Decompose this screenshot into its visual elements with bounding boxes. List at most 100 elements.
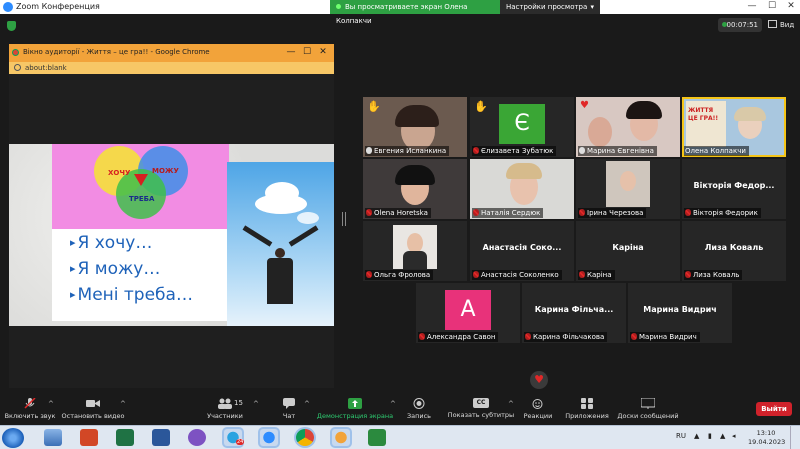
participant-video bbox=[506, 163, 542, 179]
stop-video-label: Остановить видео bbox=[61, 412, 125, 420]
excel-icon[interactable] bbox=[116, 429, 134, 446]
participant-tile[interactable]: А Александра Савон bbox=[416, 283, 520, 343]
participant-tile[interactable]: Olena Horetska bbox=[363, 159, 467, 219]
record-button[interactable]: Запись bbox=[402, 392, 436, 424]
participant-tile[interactable]: Ольга Фролова bbox=[363, 221, 467, 281]
participant-name-label: Олена Колпакчи bbox=[684, 146, 749, 156]
apps-button[interactable]: Приложения bbox=[564, 392, 610, 424]
participant-sign: ЖИТТЯ ЦЕ ГРА!! bbox=[686, 101, 726, 147]
meeting-timer: 00:07:51 bbox=[718, 18, 762, 32]
unmute-button[interactable]: Включить звук bbox=[4, 392, 56, 424]
participant-name-label: Вікторія Федорик bbox=[684, 208, 761, 218]
shared-browser-address-bar: about:blank bbox=[9, 62, 334, 74]
apps-label: Приложения bbox=[565, 412, 609, 420]
record-label: Запись bbox=[406, 412, 432, 420]
maximize-button[interactable]: ☐ bbox=[764, 1, 780, 13]
venn-label-can: МОЖУ bbox=[152, 167, 179, 175]
telegram-unread-badge: 24 bbox=[236, 439, 245, 445]
chevron-up-icon[interactable]: ^ bbox=[390, 400, 396, 408]
participant-tile[interactable]: Наталія Сердюк bbox=[470, 159, 574, 219]
participant-video bbox=[734, 107, 766, 121]
close-window-button[interactable]: ✕ bbox=[783, 1, 799, 13]
powerpoint-icon[interactable] bbox=[80, 429, 98, 446]
show-subtitles-label: Показать субтитры bbox=[447, 411, 515, 419]
microphone-muted-icon bbox=[631, 333, 637, 340]
participant-tile[interactable]: Ірина Черезова bbox=[576, 159, 680, 219]
raised-hand-icon: ✋ bbox=[367, 100, 381, 113]
microphone-muted-icon bbox=[366, 271, 372, 278]
show-subtitles-button[interactable]: CC Показать субтитры bbox=[444, 392, 518, 424]
microphone-icon bbox=[366, 147, 372, 154]
signal-icon[interactable]: ▲ bbox=[720, 432, 725, 440]
windows-start-button[interactable] bbox=[2, 428, 24, 448]
input-language-indicator[interactable]: RU bbox=[676, 432, 686, 440]
zoom-taskbar-icon[interactable] bbox=[260, 429, 278, 446]
cloud-shape bbox=[255, 194, 307, 214]
slide-bullet: Я можу… bbox=[70, 259, 161, 279]
participant-tile[interactable]: Вікторія Федор... Вікторія Федорик bbox=[682, 159, 786, 219]
tray-expand-icon[interactable]: ▲ bbox=[694, 432, 699, 440]
windows-taskbar: 24 RU ▲ ▮ ▲ ◂ 13:10 19.04.2023 bbox=[0, 425, 800, 449]
share-screen-label: Демонстрация экрана bbox=[316, 412, 394, 420]
participant-tile-active-speaker[interactable]: ЖИТТЯ ЦЕ ГРА!! Олена Колпакчи bbox=[682, 97, 786, 157]
zoom-app-icon bbox=[3, 2, 13, 12]
show-desktop-button[interactable] bbox=[790, 426, 800, 449]
file-explorer-icon[interactable] bbox=[44, 429, 62, 446]
participant-name-label: Каріна bbox=[578, 270, 615, 280]
chevron-up-icon[interactable]: ^ bbox=[508, 400, 514, 408]
share-screen-button[interactable]: Демонстрация экрана bbox=[316, 392, 394, 424]
reactions-button[interactable]: Реакции bbox=[522, 392, 554, 424]
panel-resize-handle[interactable] bbox=[342, 212, 346, 226]
whiteboards-button[interactable]: Доски сообщений bbox=[616, 392, 680, 424]
shared-browser-blank-area bbox=[9, 74, 334, 144]
minimize-button[interactable]: — bbox=[744, 1, 760, 13]
participants-label: Участники bbox=[207, 412, 243, 420]
participant-face bbox=[407, 233, 423, 253]
participants-button[interactable]: Участники bbox=[204, 392, 246, 424]
volume-icon[interactable]: ◂ bbox=[732, 432, 736, 440]
share-status-icon bbox=[336, 4, 341, 9]
browser-taskbar-icon[interactable] bbox=[332, 429, 350, 446]
man-arm bbox=[288, 225, 319, 247]
cloud-shape bbox=[297, 212, 319, 224]
closed-captions-icon: CC bbox=[473, 398, 489, 408]
chat-button[interactable]: Чат bbox=[276, 392, 302, 424]
participant-tile[interactable]: Є ✋ Єлизавета Зубатюк bbox=[470, 97, 574, 157]
participant-video bbox=[395, 165, 435, 185]
view-settings-menu[interactable]: Настройки просмотра ▾ bbox=[500, 0, 600, 14]
chrome-taskbar-icon[interactable] bbox=[296, 429, 314, 446]
view-button[interactable]: Вид bbox=[768, 18, 800, 32]
participant-tile[interactable]: ♥ Марина Євгенівна bbox=[576, 97, 680, 157]
man-silhouette bbox=[267, 258, 293, 304]
leave-meeting-button[interactable]: Выйти bbox=[756, 402, 792, 416]
participant-name-label: Ірина Черезова bbox=[578, 208, 647, 218]
raised-hand-icon: ✋ bbox=[474, 100, 488, 113]
slide-bullet: Мені треба… bbox=[70, 285, 193, 305]
chevron-up-icon[interactable]: ^ bbox=[120, 400, 126, 408]
chevron-up-icon[interactable]: ^ bbox=[253, 400, 259, 408]
stop-video-button[interactable]: Остановить видео bbox=[60, 392, 126, 424]
reactions-label: Реакции bbox=[523, 412, 553, 420]
participant-video bbox=[588, 117, 612, 147]
word-icon[interactable] bbox=[152, 429, 170, 446]
participant-tile[interactable]: Лиза Коваль Лиза Коваль bbox=[682, 221, 786, 281]
window-title: Zoom Конференция bbox=[16, 2, 100, 11]
taskbar-clock[interactable]: 13:10 19.04.2023 bbox=[748, 429, 786, 447]
participant-tile[interactable]: Каріна Каріна bbox=[576, 221, 680, 281]
participant-video bbox=[393, 225, 437, 269]
participant-tile[interactable]: Анастасія Соко... Анастасія Соколенко bbox=[470, 221, 574, 281]
shared-browser-titlebar: Вікно аудиторії - Життя – це гра!! - Goo… bbox=[9, 44, 334, 62]
microphone-muted-icon bbox=[579, 271, 585, 278]
network-icon[interactable]: ▮ bbox=[708, 432, 712, 440]
shield-icon[interactable] bbox=[7, 21, 16, 31]
participant-tile[interactable]: Марина Видрич Марина Видрич bbox=[628, 283, 732, 343]
participant-name-label: Карина Фільчакова bbox=[524, 332, 608, 342]
participant-tile[interactable]: ✋ Евгения Исланкина bbox=[363, 97, 467, 157]
viber-icon[interactable] bbox=[188, 429, 206, 446]
smiley-add-icon bbox=[532, 399, 543, 409]
chevron-up-icon[interactable]: ^ bbox=[304, 400, 310, 408]
clock-date: 19.04.2023 bbox=[748, 438, 786, 446]
app-taskbar-icon[interactable] bbox=[368, 429, 386, 446]
chevron-up-icon[interactable]: ^ bbox=[48, 400, 54, 408]
participant-tile[interactable]: Карина Фільча... Карина Фільчакова bbox=[522, 283, 626, 343]
